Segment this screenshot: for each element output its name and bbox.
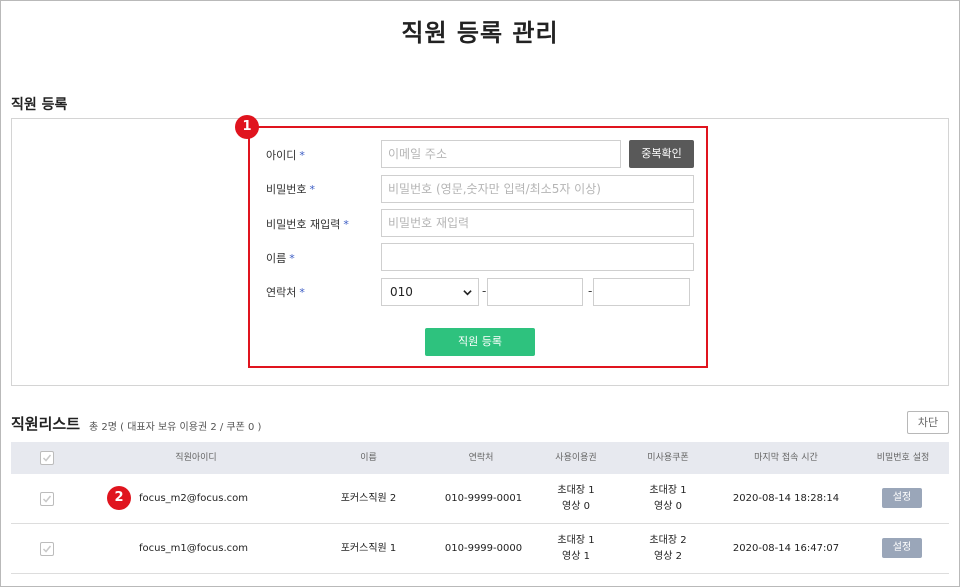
row-last-login: 2020-08-14 16:47:07 bbox=[732, 543, 840, 554]
row-unused-video: 영상 2 bbox=[654, 551, 682, 562]
phone-last-input[interactable] bbox=[593, 278, 690, 306]
callout-marker-2: 2 bbox=[107, 486, 131, 510]
row-unused-video: 영상 0 bbox=[654, 501, 682, 512]
password-confirm-label-text: 비밀번호 재입력 bbox=[266, 218, 341, 231]
password-setting-button[interactable]: 설정 bbox=[882, 538, 922, 558]
required-mark: * bbox=[309, 183, 315, 196]
row-employee-name: 포커스직원 1 bbox=[340, 543, 397, 554]
registration-section-title: 직원 등록 bbox=[11, 97, 68, 113]
password-label-text: 비밀번호 bbox=[266, 183, 307, 196]
row-used-video: 영상 0 bbox=[562, 501, 590, 512]
chevron-down-icon bbox=[463, 290, 472, 296]
phone-label: 연락처 * bbox=[266, 284, 305, 300]
row-employee-id: focus_m1@focus.com bbox=[138, 543, 248, 554]
row-divider bbox=[11, 573, 949, 574]
callout-marker-1: 1 bbox=[235, 115, 259, 139]
register-employee-button[interactable]: 직원 등록 bbox=[425, 328, 535, 356]
check-icon bbox=[42, 545, 52, 553]
password-input[interactable]: 비밀번호 (영문,숫자만 입력/최소5자 이상) bbox=[381, 175, 694, 203]
id-label-text: 아이디 bbox=[266, 149, 297, 162]
row-used-video: 영상 1 bbox=[562, 551, 590, 562]
phone-separator: - bbox=[588, 284, 593, 298]
required-mark: * bbox=[299, 286, 305, 299]
check-icon bbox=[42, 495, 52, 503]
row-unused-invitation: 초대장 1 bbox=[649, 485, 687, 496]
password-confirm-label: 비밀번호 재입력 * bbox=[266, 216, 349, 232]
required-mark: * bbox=[299, 149, 305, 162]
id-label: 아이디 * bbox=[266, 147, 305, 163]
required-mark: * bbox=[289, 252, 295, 265]
row-employee-id: focus_m2@focus.com bbox=[138, 493, 248, 504]
check-icon bbox=[42, 454, 52, 462]
row-checkbox[interactable] bbox=[40, 492, 54, 506]
column-header-used-pass: 사용이용권 bbox=[555, 453, 597, 463]
name-input[interactable] bbox=[381, 243, 694, 271]
row-last-login: 2020-08-14 18:28:14 bbox=[732, 493, 840, 504]
page-title: 직원 등록 관리 bbox=[401, 19, 559, 47]
column-header-password-setting: 비밀번호 설정 bbox=[876, 453, 930, 463]
row-employee-phone: 010-9999-0001 bbox=[444, 493, 523, 504]
password-confirm-input[interactable]: 비밀번호 재입력 bbox=[381, 209, 694, 237]
employee-list-summary: 총 2명 ( 대표자 보유 이용권 2 / 쿠폰 0 ) bbox=[89, 422, 262, 433]
password-label: 비밀번호 * bbox=[266, 181, 315, 197]
required-mark: * bbox=[343, 218, 349, 231]
row-divider bbox=[11, 523, 949, 524]
password-setting-button[interactable]: 설정 bbox=[882, 488, 922, 508]
column-header-unused-coupon: 미사용쿠폰 bbox=[647, 453, 689, 463]
column-header-id: 직원아이디 bbox=[175, 453, 217, 463]
block-button[interactable]: 차단 bbox=[907, 411, 949, 434]
duplicate-check-button[interactable]: 중복확인 bbox=[629, 140, 694, 168]
name-label: 이름 * bbox=[266, 250, 295, 266]
phone-prefix-value: 010 bbox=[390, 285, 413, 299]
phone-prefix-select[interactable]: 010 bbox=[381, 278, 479, 306]
row-used-invitation: 초대장 1 bbox=[557, 485, 595, 496]
column-header-last-login: 마지막 접속 시간 bbox=[754, 453, 818, 463]
row-used-invitation: 초대장 1 bbox=[557, 535, 595, 546]
select-all-checkbox[interactable] bbox=[40, 451, 54, 465]
row-employee-phone: 010-9999-0000 bbox=[444, 543, 523, 554]
phone-label-text: 연락처 bbox=[266, 286, 297, 299]
column-header-name: 이름 bbox=[360, 453, 377, 463]
id-input[interactable]: 이메일 주소 bbox=[381, 140, 621, 168]
name-label-text: 이름 bbox=[266, 252, 287, 265]
row-checkbox[interactable] bbox=[40, 542, 54, 556]
row-unused-invitation: 초대장 2 bbox=[649, 535, 687, 546]
employee-list-title: 직원리스트 bbox=[11, 415, 81, 433]
phone-middle-input[interactable] bbox=[487, 278, 583, 306]
row-employee-name: 포커스직원 2 bbox=[340, 493, 397, 504]
column-header-phone: 연락처 bbox=[468, 453, 494, 463]
phone-separator: - bbox=[482, 284, 487, 298]
